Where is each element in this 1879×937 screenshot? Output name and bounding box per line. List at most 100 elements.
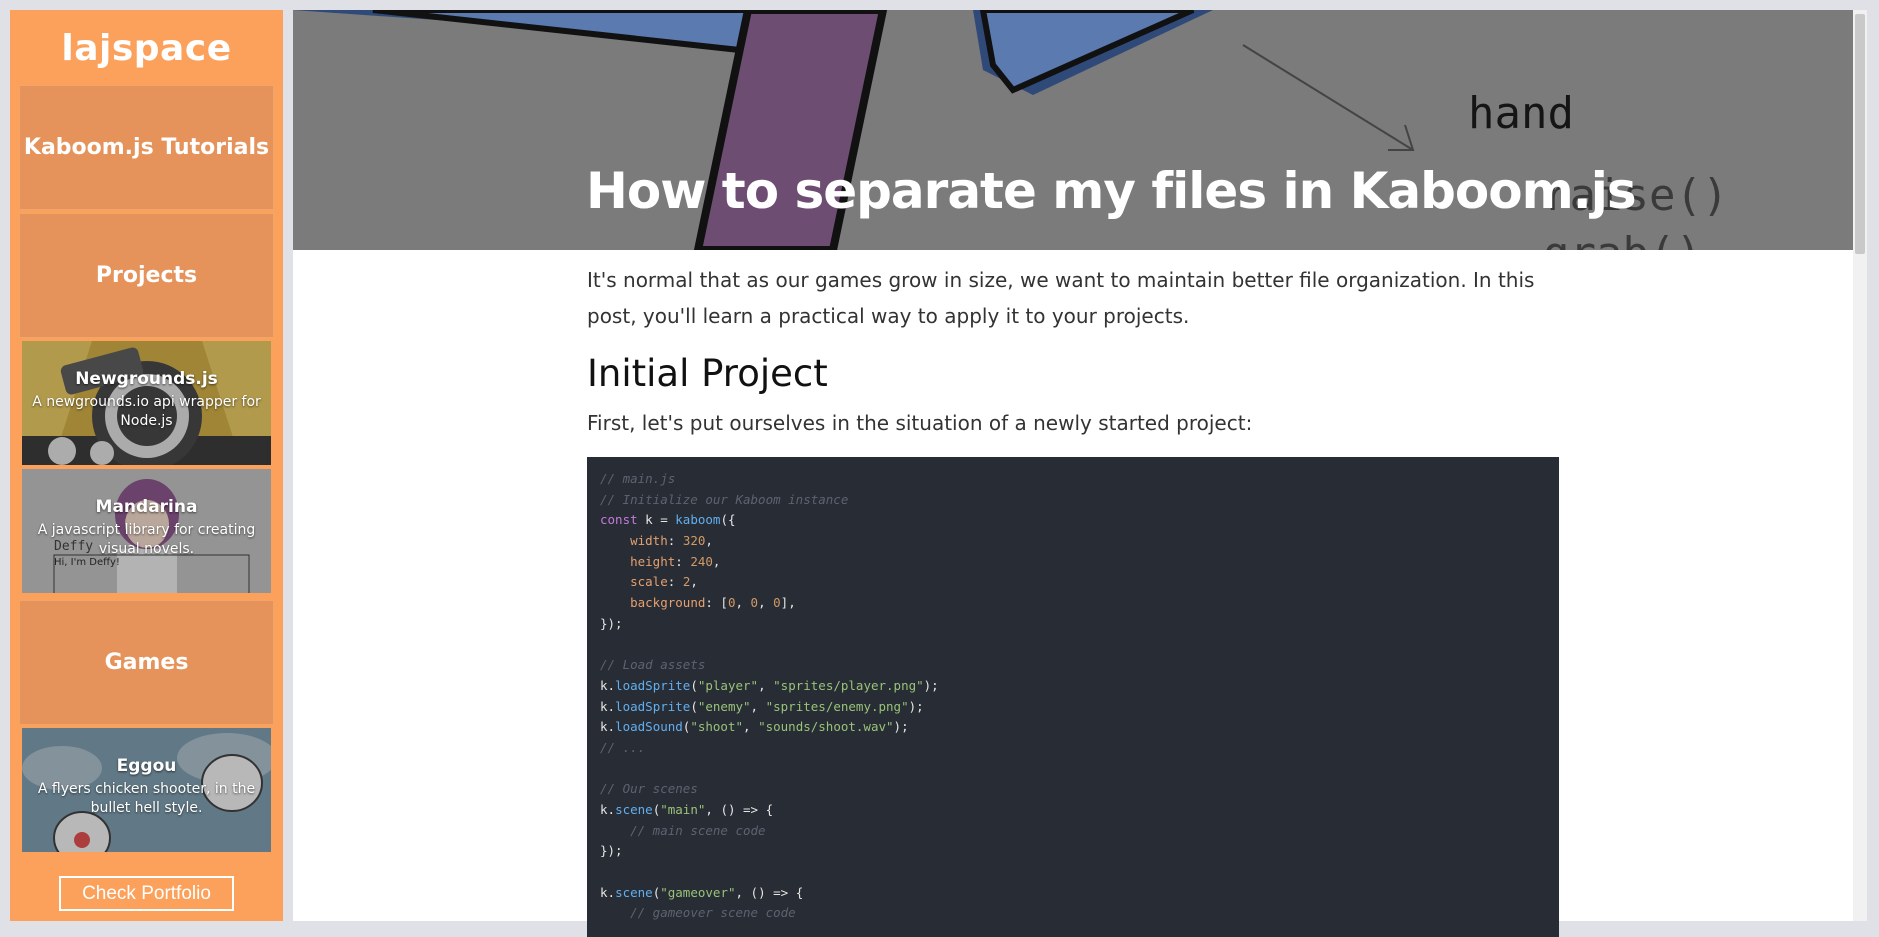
code-line: width: 320, xyxy=(600,531,1546,552)
code-token: , xyxy=(735,595,751,611)
game-card-eggou[interactable]: Eggou A flyers chicken shooter, in the b… xyxy=(22,728,271,852)
code-token: ); xyxy=(893,719,909,735)
game-description: A flyers chicken shooter, in the bullet … xyxy=(37,781,256,816)
code-line: k.scene("gameover", () => { xyxy=(600,883,1546,904)
code-token: 0 xyxy=(773,595,781,611)
code-token: k. xyxy=(600,698,616,714)
card-text: Newgrounds.js A newgrounds.io api wrappe… xyxy=(22,369,271,431)
project-card-mandarina[interactable]: Deffy Hi, I'm Deffy! Mandarina A javascr… xyxy=(22,469,271,593)
code-token: , () => { xyxy=(705,802,774,817)
code-line: // Load assets xyxy=(600,655,1546,676)
nav-projects-label: Projects xyxy=(95,263,198,288)
card-text: Mandarina A javascript library for creat… xyxy=(22,497,271,559)
code-token: "sounds/shoot.wav" xyxy=(758,719,894,735)
code-token: , () => { xyxy=(735,884,804,900)
code-token: , xyxy=(758,677,774,693)
code-token: k. xyxy=(600,884,616,900)
code-token: , xyxy=(690,574,698,590)
nav-games-label: Games xyxy=(104,650,189,675)
code-token: : xyxy=(667,574,683,590)
project-title: Mandarina xyxy=(95,497,198,517)
code-line: scale: 2, xyxy=(600,572,1546,593)
code-token: "enemy" xyxy=(697,698,751,714)
code-token: , xyxy=(705,533,713,549)
code-token: "sprites/player.png" xyxy=(773,677,924,693)
code-line: const k = kaboom({ xyxy=(600,510,1546,531)
code-token: "gameover" xyxy=(660,884,736,900)
code-token: scene xyxy=(615,802,653,817)
code-token: ( xyxy=(690,698,698,714)
scrollbar-thumb[interactable] xyxy=(1855,14,1865,254)
article-title: How to separate my files in Kaboom.js xyxy=(586,162,1637,220)
code-token: : xyxy=(675,553,691,569)
code-token: : xyxy=(667,533,683,549)
code-line: // Initialize our Kaboom instance xyxy=(600,490,1546,511)
site-logo[interactable]: lajspace xyxy=(10,10,283,86)
code-token: // ... xyxy=(600,739,646,755)
code-token: width xyxy=(630,533,668,549)
hero-image-text-hand: hand xyxy=(1468,88,1574,139)
game-title: Eggou xyxy=(116,756,177,776)
sidebar: lajspace Kaboom.js Tutorials Projects Ne… xyxy=(10,10,283,921)
check-portfolio-button[interactable]: Check Portfolio xyxy=(59,876,234,911)
code-token: const xyxy=(600,512,638,528)
code-token: "shoot" xyxy=(690,719,744,735)
code-token: loadSound xyxy=(615,719,683,735)
code-line: // Our scenes xyxy=(600,779,1546,800)
project-title: Newgrounds.js xyxy=(75,369,218,389)
code-token: , xyxy=(712,553,721,569)
nav-tutorials-label: Kaboom.js Tutorials xyxy=(23,135,270,160)
code-line: // gameover scene code xyxy=(600,903,1546,924)
code-token: ({ xyxy=(720,512,736,528)
article-body: It's normal that as our games grow in si… xyxy=(587,262,1567,441)
code-token: ); xyxy=(923,677,939,693)
code-token: ); xyxy=(908,698,924,714)
section-heading: Initial Project xyxy=(587,352,828,395)
code-line: // main.js xyxy=(600,469,1546,490)
code-token: scale xyxy=(630,574,668,590)
code-token: kaboom xyxy=(675,512,721,528)
code-token: ( xyxy=(690,677,698,693)
code-token: : [ xyxy=(705,595,728,611)
nav-projects[interactable]: Projects xyxy=(19,213,274,338)
code-token: // main.js xyxy=(600,471,676,486)
code-token: 320 xyxy=(682,533,706,549)
code-token: 0 xyxy=(750,595,759,611)
code-line: k.scene("main", () => { xyxy=(600,800,1546,821)
hero-image-text-grab: grab() xyxy=(1543,228,1702,250)
nav-tutorials[interactable]: Kaboom.js Tutorials xyxy=(19,85,274,210)
code-token: }); xyxy=(600,843,623,859)
code-token: "player" xyxy=(697,677,759,693)
code-token: // Our scenes xyxy=(600,781,698,797)
code-line: k.loadSound("shoot", "sounds/shoot.wav")… xyxy=(600,717,1546,738)
code-line: k.loadSprite("player", "sprites/player.p… xyxy=(600,676,1546,697)
code-line: // ... xyxy=(600,738,1546,759)
code-token: k = xyxy=(637,512,676,528)
code-line: height: 240, xyxy=(600,552,1546,573)
code-token: // main scene code xyxy=(630,822,766,838)
code-token: background xyxy=(630,595,706,611)
project-card-newgrounds[interactable]: Newgrounds.js A newgrounds.io api wrappe… xyxy=(22,341,271,465)
nav-games[interactable]: Games xyxy=(19,600,274,725)
code-token: "main" xyxy=(660,802,706,817)
page-scrollbar[interactable] xyxy=(1853,10,1867,921)
code-token: k. xyxy=(600,802,616,817)
code-token: k. xyxy=(600,677,616,693)
code-line: background: [0, 0, 0], xyxy=(600,593,1546,614)
code-token: ], xyxy=(780,595,796,611)
code-token: loadSprite xyxy=(615,698,691,714)
code-token: scene xyxy=(615,884,653,900)
card-text: Eggou A flyers chicken shooter, in the b… xyxy=(22,756,271,818)
project-description: A newgrounds.io api wrapper for Node.js xyxy=(32,394,261,429)
code-token: // Initialize our Kaboom instance xyxy=(600,491,849,507)
code-block[interactable]: // main.js // Initialize our Kaboom insta… xyxy=(587,457,1559,937)
code-line: k.loadSprite("enemy", "sprites/enemy.png… xyxy=(600,697,1546,718)
code-token: }); xyxy=(600,615,623,631)
